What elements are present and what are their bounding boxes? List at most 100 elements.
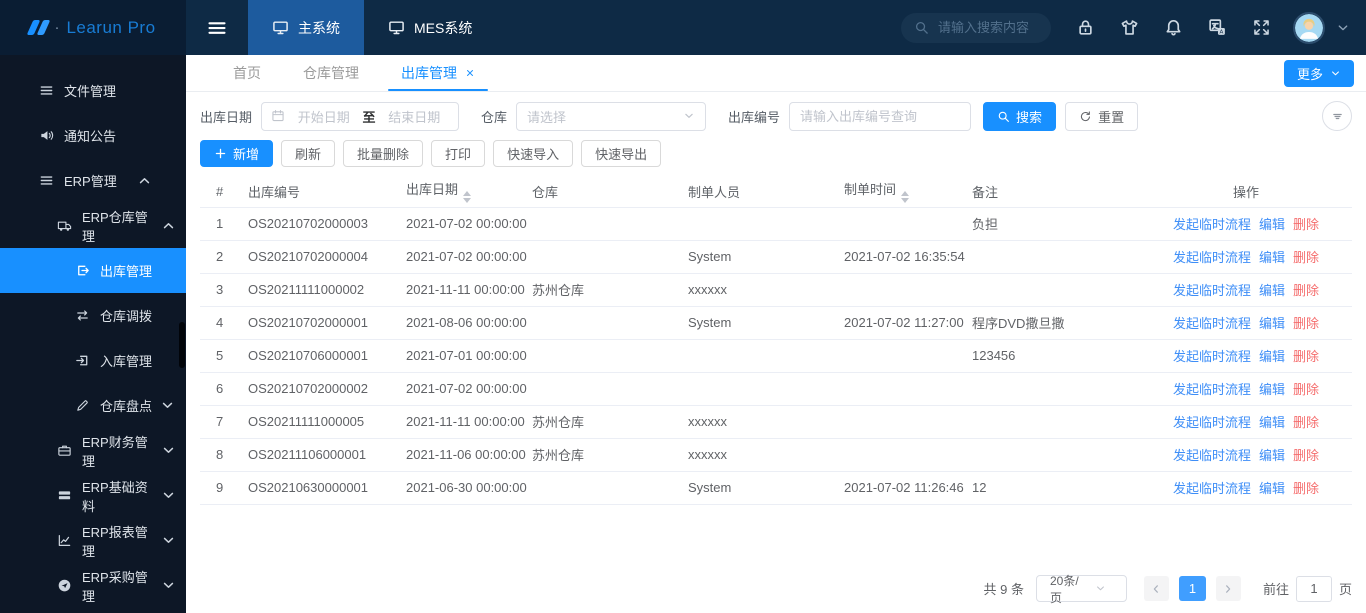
avatar[interactable] [1293, 11, 1325, 44]
start-flow-link[interactable]: 发起临时流程 [1173, 316, 1251, 331]
column-header-6[interactable]: 制单时间 [844, 176, 972, 208]
reset-button[interactable]: 重置 [1065, 101, 1139, 131]
column-header-3[interactable]: 出库日期 [406, 176, 532, 208]
sidebar-item-4[interactable]: ERP仓库管理 [0, 203, 186, 248]
edit-link[interactable]: 编辑 [1259, 250, 1285, 265]
sidebar-item-7[interactable]: 入库管理 [0, 338, 186, 383]
sidebar-item-1[interactable]: 文件管理 [0, 68, 186, 113]
table-row-5[interactable]: 5 OS20210706000001 2021-07-01 00:00:00 1234… [200, 339, 1352, 373]
table-row-8[interactable]: 8 OS20211106000001 2021-11-06 00:00:00 苏州仓库… [200, 438, 1352, 472]
fullscreen-icon[interactable] [1252, 18, 1271, 37]
code-search-input[interactable] [789, 101, 972, 131]
cell-date: 2021-07-02 00:00:00 [406, 372, 532, 406]
delete-link[interactable]: 删除 [1293, 283, 1319, 298]
sidebar-item-6[interactable]: 仓库调拨 [0, 293, 186, 338]
header-nav-tab-2[interactable]: MES系统 [364, 0, 496, 55]
sidebar-item-3[interactable]: ERP管理 [0, 158, 186, 203]
delete-link[interactable]: 删除 [1293, 349, 1319, 364]
edit-link[interactable]: 编辑 [1259, 217, 1285, 232]
goto-page-input[interactable] [1295, 575, 1332, 602]
cell-idx: 3 [200, 273, 248, 307]
sort-caret-icon[interactable] [463, 191, 472, 204]
add-button[interactable]: 新增 [200, 140, 274, 167]
start-flow-link[interactable]: 发起临时流程 [1173, 448, 1251, 463]
user-menu-chevron-down-icon[interactable] [1336, 21, 1350, 35]
lock-icon[interactable] [1076, 18, 1095, 37]
table-row-4[interactable]: 4 OS20210702000001 2021-08-06 00:00:00 Syst… [200, 306, 1352, 340]
edit-link[interactable]: 编辑 [1259, 349, 1285, 364]
warehouse-select[interactable]: 请选择 [516, 101, 707, 131]
edit-link[interactable]: 编辑 [1259, 382, 1285, 397]
more-button-label: 更多 [1296, 67, 1323, 82]
more-button[interactable]: 更多 [1283, 60, 1354, 87]
start-flow-link[interactable]: 发起临时流程 [1173, 217, 1251, 232]
page-number-current[interactable]: 1 [1178, 576, 1206, 601]
edit-link[interactable]: 编辑 [1259, 316, 1285, 331]
cell-warehouse: 苏州仓库 [532, 405, 688, 439]
table-row-6[interactable]: 6 OS20210702000002 2021-07-02 00:00:00 发起临时… [200, 372, 1352, 406]
cell-actions: 发起临时流程 编辑 删除 [1140, 405, 1352, 439]
cell-code: OS20210706000001 [248, 339, 406, 373]
start-flow-link[interactable]: 发起临时流程 [1173, 250, 1251, 265]
start-flow-link[interactable]: 发起临时流程 [1173, 415, 1251, 430]
page-tab-2[interactable]: 仓库管理 [282, 55, 380, 91]
global-search[interactable] [901, 12, 1051, 43]
next-page-button[interactable] [1215, 576, 1241, 601]
toolbar-button-3[interactable]: 打印 [431, 140, 486, 167]
cell-date: 2021-07-02 00:00:00 [406, 240, 532, 274]
edit-link[interactable]: 编辑 [1259, 415, 1285, 430]
toolbar-button-1[interactable]: 刷新 [281, 140, 336, 167]
table-row-3[interactable]: 3 OS20211111000002 2021-11-11 00:00:00 苏州仓库… [200, 273, 1352, 307]
cell-actions: 发起临时流程 编辑 删除 [1140, 207, 1352, 241]
grid-settings-button[interactable] [1322, 101, 1352, 131]
toolbar-button-4[interactable]: 快速导入 [493, 140, 574, 167]
sidebar-scrollbar-thumb[interactable] [179, 322, 185, 368]
delete-link[interactable]: 删除 [1293, 217, 1319, 232]
edit-link[interactable]: 编辑 [1259, 448, 1285, 463]
table-row-9[interactable]: 9 OS20210630000001 2021-06-30 00:00:00 Syst… [200, 471, 1352, 505]
date-range-picker[interactable]: 开始日期 至 结束日期 [261, 101, 460, 131]
translate-icon[interactable]: A [1208, 18, 1227, 37]
sidebar-item-11[interactable]: ERP报表管理 [0, 518, 186, 563]
sidebar-item-10[interactable]: ERP基础资料 [0, 473, 186, 518]
page-tab-1[interactable]: 首页 [212, 55, 282, 91]
briefcase-icon [56, 443, 72, 458]
sidebar-item-8[interactable]: 仓库盘点 [0, 383, 186, 428]
bell-icon[interactable] [1164, 18, 1183, 37]
tab-close-icon[interactable] [465, 68, 475, 78]
delete-link[interactable]: 删除 [1293, 481, 1319, 496]
delete-link[interactable]: 删除 [1293, 382, 1319, 397]
cell-code: OS20210702000002 [248, 372, 406, 406]
sidebar-item-5[interactable]: 出库管理 [0, 248, 186, 293]
table-row-2[interactable]: 2 OS20210702000004 2021-07-02 00:00:00 Syst… [200, 240, 1352, 274]
toolbar-button-2[interactable]: 批量删除 [343, 140, 424, 167]
page-tab-3[interactable]: 出库管理 [380, 55, 496, 91]
start-flow-link[interactable]: 发起临时流程 [1173, 481, 1251, 496]
global-search-input[interactable] [938, 20, 1038, 35]
delete-link[interactable]: 删除 [1293, 448, 1319, 463]
table-row-7[interactable]: 7 OS20211111000005 2021-11-11 00:00:00 苏州仓库… [200, 405, 1352, 439]
cell-date: 2021-07-01 00:00:00 [406, 339, 532, 373]
table-row-1[interactable]: 1 OS20210702000003 2021-07-02 00:00:00 负担 发起… [200, 207, 1352, 241]
cell-date: 2021-06-30 00:00:00 [406, 471, 532, 505]
toolbar-button-5[interactable]: 快速导出 [581, 140, 662, 167]
sidebar-item-12[interactable]: ERP采购管理 [0, 563, 186, 608]
delete-link[interactable]: 删除 [1293, 415, 1319, 430]
start-flow-link[interactable]: 发起临时流程 [1173, 283, 1251, 298]
cell-warehouse [532, 471, 688, 505]
sort-caret-icon[interactable] [901, 191, 910, 204]
start-flow-link[interactable]: 发起临时流程 [1173, 349, 1251, 364]
start-flow-link[interactable]: 发起临时流程 [1173, 382, 1251, 397]
edit-link[interactable]: 编辑 [1259, 283, 1285, 298]
edit-link[interactable]: 编辑 [1259, 481, 1285, 496]
header-nav-tab-1[interactable]: 主系统 [248, 0, 364, 55]
page-size-select[interactable]: 20条/页 [1035, 574, 1127, 605]
theme-tshirt-icon[interactable] [1120, 18, 1139, 37]
prev-page-button[interactable] [1143, 576, 1169, 601]
search-button[interactable]: 搜索 [983, 101, 1057, 131]
menu-toggle-icon[interactable] [186, 0, 248, 55]
sidebar-item-2[interactable]: 通知公告 [0, 113, 186, 158]
delete-link[interactable]: 删除 [1293, 250, 1319, 265]
sidebar-item-9[interactable]: ERP财务管理 [0, 428, 186, 473]
delete-link[interactable]: 删除 [1293, 316, 1319, 331]
